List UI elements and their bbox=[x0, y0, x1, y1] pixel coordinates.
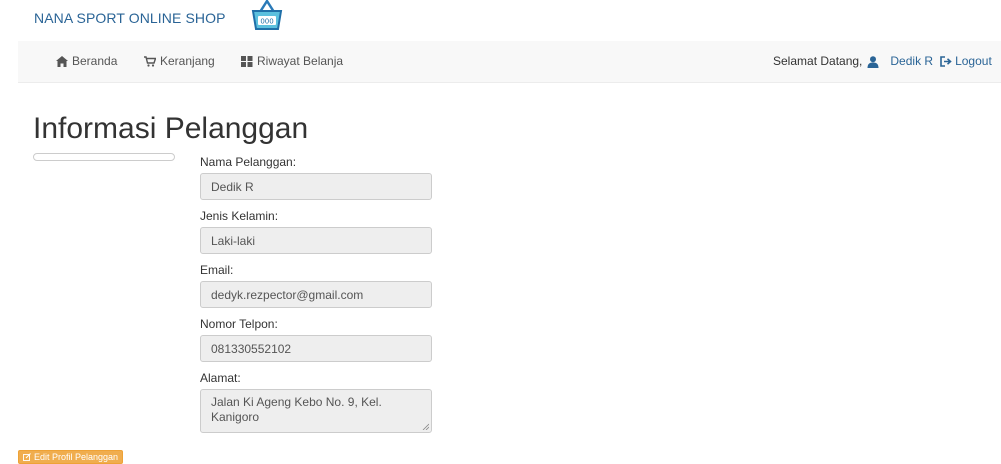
gender-label: Jenis Kelamin: bbox=[200, 209, 279, 223]
field-group-name: Nama Pelanggan: Dedik R bbox=[200, 155, 432, 200]
phone-label: Nomor Telpon: bbox=[200, 317, 278, 331]
brand-title[interactable]: NANA SPORT ONLINE SHOP bbox=[34, 10, 226, 26]
edit-icon bbox=[23, 453, 31, 461]
nav-label-keranjang: Keranjang bbox=[160, 54, 215, 68]
field-group-gender: Jenis Kelamin: Laki-laki bbox=[200, 209, 432, 254]
navbar: Beranda Keranjang Riwayat Belanja Selama… bbox=[18, 41, 1001, 83]
nav-item-keranjang[interactable]: Keranjang bbox=[144, 41, 215, 82]
address-textarea[interactable]: Jalan Ki Ageng Kebo No. 9, Kel. Kanigoro bbox=[200, 389, 432, 433]
resize-grip-icon[interactable] bbox=[422, 423, 429, 430]
address-label: Alamat: bbox=[200, 371, 241, 385]
address-value: Jalan Ki Ageng Kebo No. 9, Kel. Kanigoro bbox=[211, 395, 382, 424]
profile-photo-placeholder bbox=[33, 153, 175, 161]
greeting-text: Selamat Datang, bbox=[773, 54, 863, 68]
gender-field[interactable]: Laki-laki bbox=[200, 227, 432, 254]
logout-link[interactable]: Logout bbox=[940, 41, 992, 82]
basket-logo-icon: 000 bbox=[251, 0, 283, 30]
name-field[interactable]: Dedik R bbox=[200, 173, 432, 200]
email-label: Email: bbox=[200, 263, 234, 277]
field-group-email: Email: dedyk.rezpector@gmail.com bbox=[200, 263, 432, 308]
edit-profile-button[interactable]: Edit Profil Pelanggan bbox=[18, 450, 124, 464]
name-label: Nama Pelanggan: bbox=[200, 155, 297, 169]
field-group-address: Alamat: Jalan Ki Ageng Kebo No. 9, Kel. … bbox=[200, 371, 432, 433]
page-title: Informasi Pelanggan bbox=[33, 112, 309, 145]
email-field[interactable]: dedyk.rezpector@gmail.com bbox=[200, 281, 432, 308]
svg-text:000: 000 bbox=[260, 18, 273, 26]
phone-field[interactable]: 081330552102 bbox=[200, 335, 432, 362]
user-menu: Selamat Datang, Dedik R Logout bbox=[773, 41, 992, 82]
nav-label-riwayat-belanja: Riwayat Belanja bbox=[257, 54, 344, 68]
nav-item-beranda[interactable]: Beranda bbox=[56, 41, 117, 82]
username-link[interactable]: Dedik R bbox=[890, 41, 933, 82]
cart-icon bbox=[144, 56, 156, 67]
user-icon bbox=[867, 55, 879, 68]
edit-profile-label: Edit Profil Pelanggan bbox=[34, 451, 119, 462]
history-icon bbox=[241, 56, 253, 67]
nav-item-riwayat-belanja[interactable]: Riwayat Belanja bbox=[241, 41, 343, 82]
nav-label-beranda: Beranda bbox=[72, 54, 118, 68]
logout-label: Logout bbox=[955, 54, 992, 68]
logout-icon bbox=[940, 56, 952, 67]
home-icon bbox=[56, 56, 68, 67]
field-group-phone: Nomor Telpon: 081330552102 bbox=[200, 317, 432, 362]
